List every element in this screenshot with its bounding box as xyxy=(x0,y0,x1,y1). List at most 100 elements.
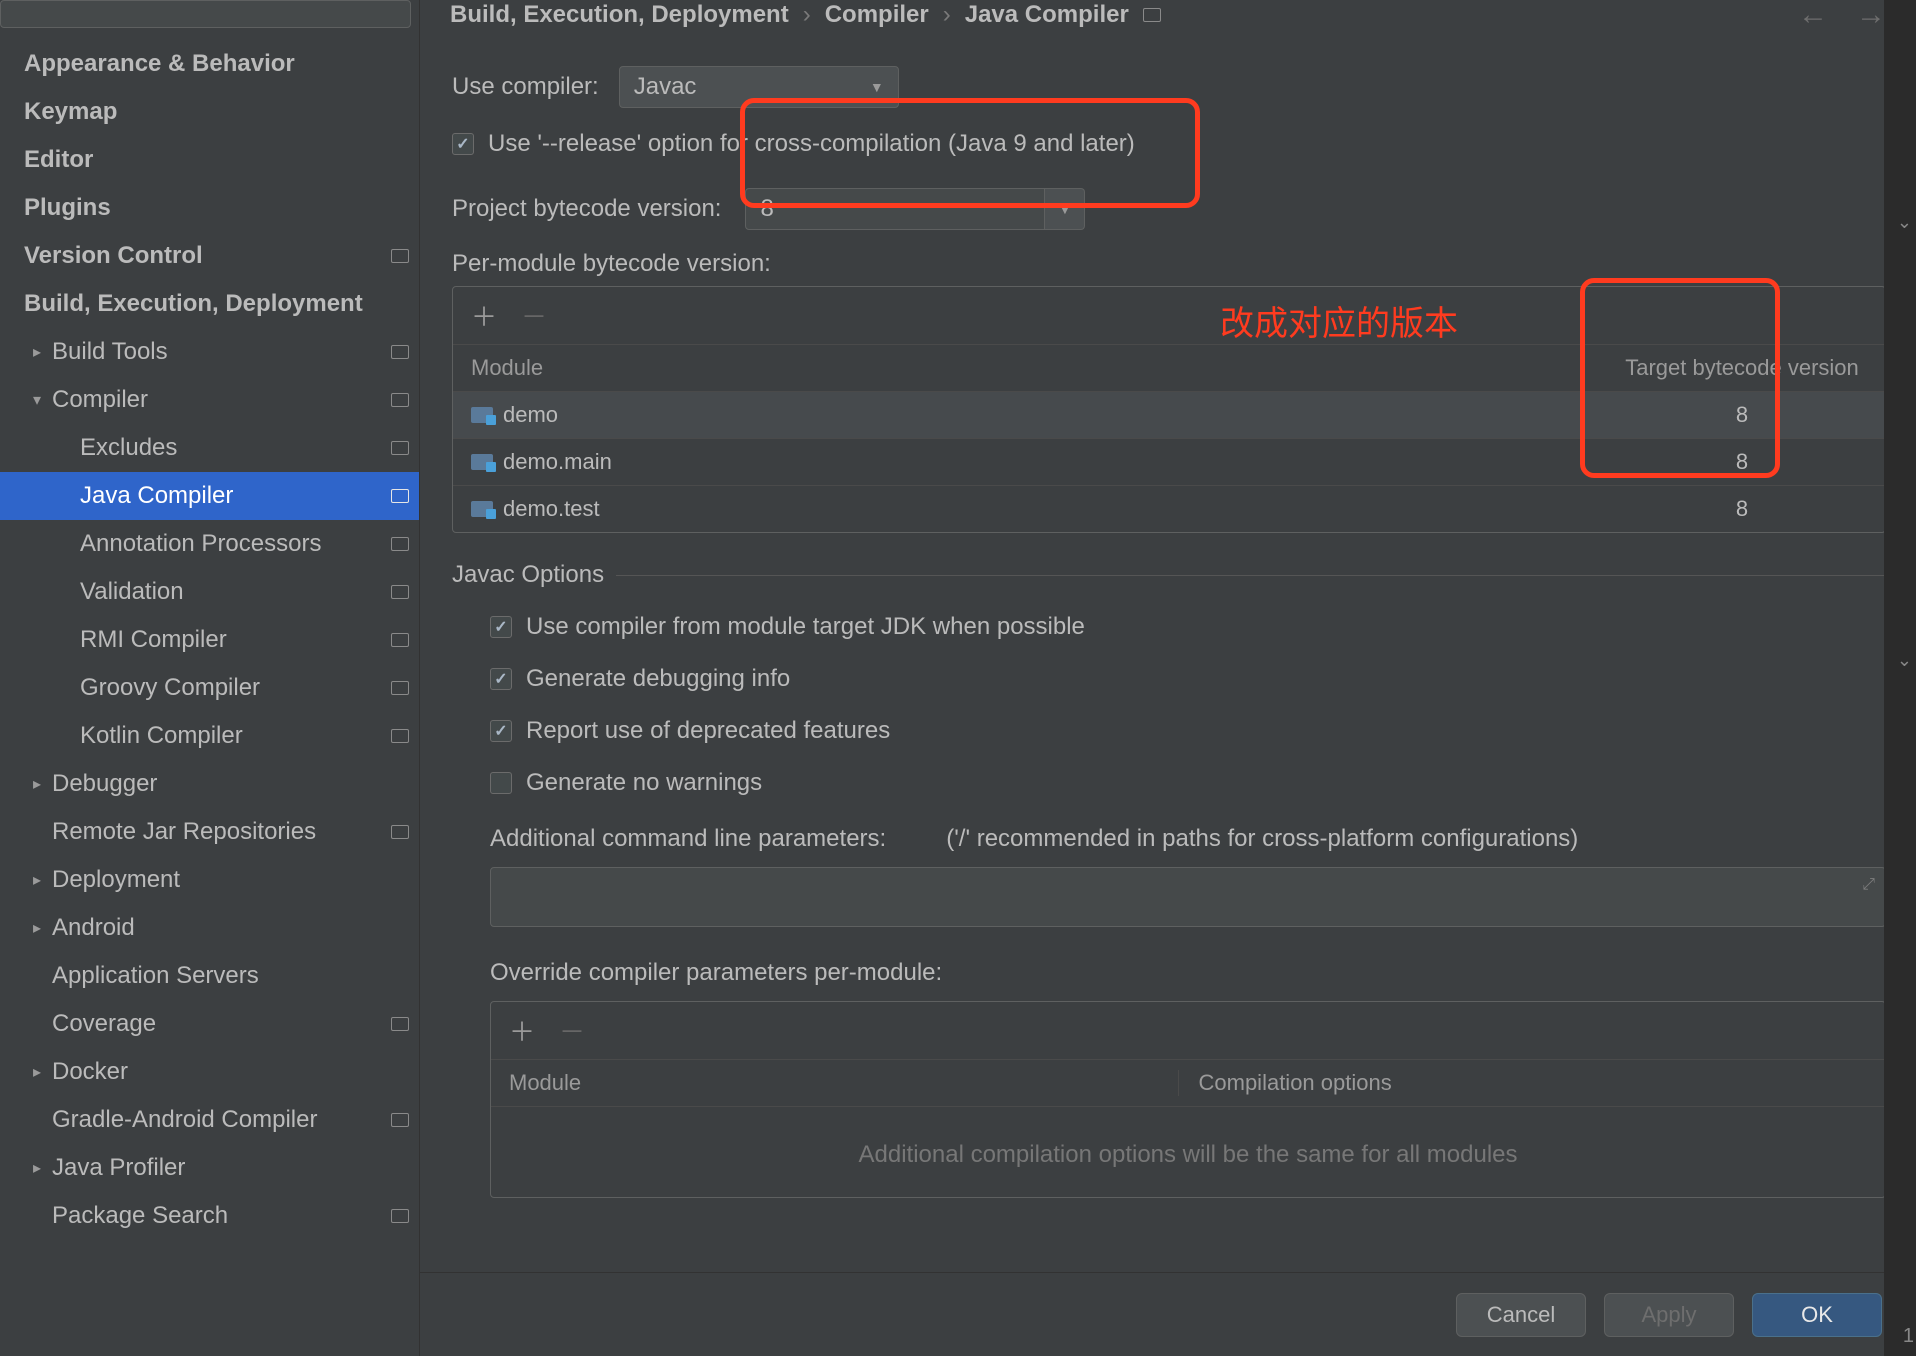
chevron-right-icon[interactable]: ▸ xyxy=(28,342,46,362)
sidebar-item-label: Android xyxy=(52,914,409,942)
module-cell: demo.main xyxy=(471,449,1617,475)
chevron-right-icon[interactable]: ▸ xyxy=(28,1158,46,1178)
sidebar-item-label: Compiler xyxy=(52,386,383,414)
sidebar-item[interactable]: Keymap xyxy=(0,88,419,136)
module-cell: demo xyxy=(471,402,1617,428)
chevron-right-icon[interactable]: ▸ xyxy=(28,774,46,794)
sidebar-item[interactable]: ▸ Java Profiler xyxy=(0,1144,419,1192)
sidebar-item[interactable]: RMI Compiler xyxy=(0,616,419,664)
release-option-checkbox[interactable] xyxy=(452,133,474,155)
sidebar-item[interactable]: Gradle-Android Compiler xyxy=(0,1096,419,1144)
project-scope-icon xyxy=(391,585,409,599)
sidebar-item-label: Package Search xyxy=(52,1202,383,1230)
use-compiler-value: Javac xyxy=(634,73,697,101)
additional-params-hint: ('/' recommended in paths for cross-plat… xyxy=(946,825,1578,853)
use-compiler-select[interactable]: Javac ▼ xyxy=(619,66,899,108)
sidebar-item[interactable]: ▸Docker xyxy=(0,1048,419,1096)
add-button[interactable]: ＋ xyxy=(471,297,497,334)
project-scope-icon xyxy=(391,681,409,695)
remove-button[interactable]: － xyxy=(559,1012,585,1049)
chevron-down-icon: ⌄ xyxy=(1897,650,1912,671)
add-button[interactable]: ＋ xyxy=(509,1012,535,1049)
chevron-right-icon: › xyxy=(943,1,951,29)
project-scope-icon xyxy=(391,489,409,503)
sidebar-item[interactable]: Coverage xyxy=(0,1000,419,1048)
project-scope-icon xyxy=(391,633,409,647)
chevron-right-icon[interactable]: ▸ xyxy=(28,918,46,938)
additional-params-input[interactable]: ⤢ xyxy=(490,867,1886,927)
settings-tree: Appearance & Behavior Keymap Editor Plugins… xyxy=(0,40,419,1356)
bytecode-version-cell[interactable]: 8 xyxy=(1617,449,1867,475)
cancel-button[interactable]: Cancel xyxy=(1456,1293,1586,1337)
sidebar-search-input[interactable] xyxy=(0,0,411,28)
chevron-down-icon[interactable]: ▾ xyxy=(28,390,46,410)
sidebar-item[interactable]: Build, Execution, Deployment xyxy=(0,280,419,328)
project-scope-icon xyxy=(391,825,409,839)
sidebar-item[interactable]: ▸Build Tools xyxy=(0,328,419,376)
module-icon xyxy=(471,407,493,423)
table-row[interactable]: demo.test8 xyxy=(453,485,1885,532)
nav-forward-icon[interactable]: → xyxy=(1856,0,1886,32)
per-module-table: ＋ － Module Target bytecode version demo8… xyxy=(452,286,1886,533)
table-row[interactable]: demo 8 xyxy=(453,391,1885,438)
opt-debug-info-label: Generate debugging info xyxy=(526,665,790,693)
settings-sidebar: Appearance & Behavior Keymap Editor Plugins… xyxy=(0,0,420,1356)
opt-deprecated-checkbox[interactable] xyxy=(490,720,512,742)
bytecode-version-cell[interactable]: 8 xyxy=(1617,402,1867,428)
sidebar-item-label: Gradle-Android Compiler xyxy=(52,1106,383,1134)
sidebar-item[interactable]: ▸Deployment xyxy=(0,856,419,904)
chevron-right-icon[interactable]: ▸ xyxy=(28,870,46,890)
sidebar-item-label: Kotlin Compiler xyxy=(80,722,383,750)
breadcrumb-item[interactable]: Compiler xyxy=(825,1,929,29)
column-header-version: Target bytecode version xyxy=(1617,355,1867,381)
dialog-footer: Cancel Apply OK xyxy=(420,1272,1916,1356)
sidebar-item[interactable]: Annotation Processors xyxy=(0,520,419,568)
sidebar-item[interactable]: Version Control xyxy=(0,232,419,280)
sidebar-item[interactable]: Validation xyxy=(0,568,419,616)
project-scope-icon xyxy=(391,345,409,359)
release-option-label: Use '--release' option for cross-compila… xyxy=(488,130,1135,158)
sidebar-item-label: Editor xyxy=(24,146,409,174)
opt-use-module-jdk-checkbox[interactable] xyxy=(490,616,512,638)
bytecode-version-cell[interactable]: 8 xyxy=(1617,496,1867,522)
sidebar-item[interactable]: Java Compiler xyxy=(0,472,419,520)
sidebar-item-label: Java Profiler xyxy=(52,1154,409,1182)
project-bytecode-input[interactable]: 8 xyxy=(745,188,1045,230)
sidebar-item[interactable]: ▾ Compiler xyxy=(0,376,419,424)
sidebar-item-label: Appearance & Behavior xyxy=(24,50,409,78)
sidebar-item[interactable]: Package Search xyxy=(0,1192,419,1240)
sidebar-item-label: RMI Compiler xyxy=(80,626,383,654)
use-compiler-label: Use compiler: xyxy=(452,73,599,101)
sidebar-item[interactable]: ▸Debugger xyxy=(0,760,419,808)
chevron-right-icon[interactable]: ▸ xyxy=(28,1062,46,1082)
table-row[interactable]: demo.main8 xyxy=(453,438,1885,485)
sidebar-item[interactable]: Groovy Compiler xyxy=(0,664,419,712)
sidebar-item[interactable]: Application Servers xyxy=(0,952,419,1000)
project-scope-icon xyxy=(391,1113,409,1127)
project-scope-icon xyxy=(391,1017,409,1031)
breadcrumb-item[interactable]: Build, Execution, Deployment xyxy=(450,1,789,29)
additional-params-label: Additional command line parameters: xyxy=(490,825,886,853)
project-bytecode-dropdown[interactable]: ▼ xyxy=(1045,188,1085,230)
line-number: 1 xyxy=(1903,1325,1914,1348)
sidebar-item-label: Java Compiler xyxy=(80,482,383,510)
sidebar-item[interactable]: ▸ Android xyxy=(0,904,419,952)
remove-button[interactable]: － xyxy=(521,297,547,334)
sidebar-item[interactable]: Remote Jar Repositories xyxy=(0,808,419,856)
apply-button[interactable]: Apply xyxy=(1604,1293,1734,1337)
sidebar-item-label: Coverage xyxy=(52,1010,383,1038)
sidebar-item-label: Plugins xyxy=(24,194,409,222)
sidebar-item[interactable]: Kotlin Compiler xyxy=(0,712,419,760)
sidebar-item[interactable]: Appearance & Behavior xyxy=(0,40,419,88)
override-params-table: ＋ － Module Compilation options Additiona… xyxy=(490,1001,1886,1198)
nav-back-icon[interactable]: ← xyxy=(1798,0,1828,32)
module-icon xyxy=(471,501,493,517)
ok-button[interactable]: OK xyxy=(1752,1293,1882,1337)
sidebar-item[interactable]: Excludes xyxy=(0,424,419,472)
opt-debug-info-checkbox[interactable] xyxy=(490,668,512,690)
sidebar-item[interactable]: Editor xyxy=(0,136,419,184)
opt-no-warnings-checkbox[interactable] xyxy=(490,772,512,794)
sidebar-item[interactable]: Plugins xyxy=(0,184,419,232)
module-name: demo xyxy=(503,402,558,428)
expand-icon[interactable]: ⤢ xyxy=(1862,876,1875,894)
